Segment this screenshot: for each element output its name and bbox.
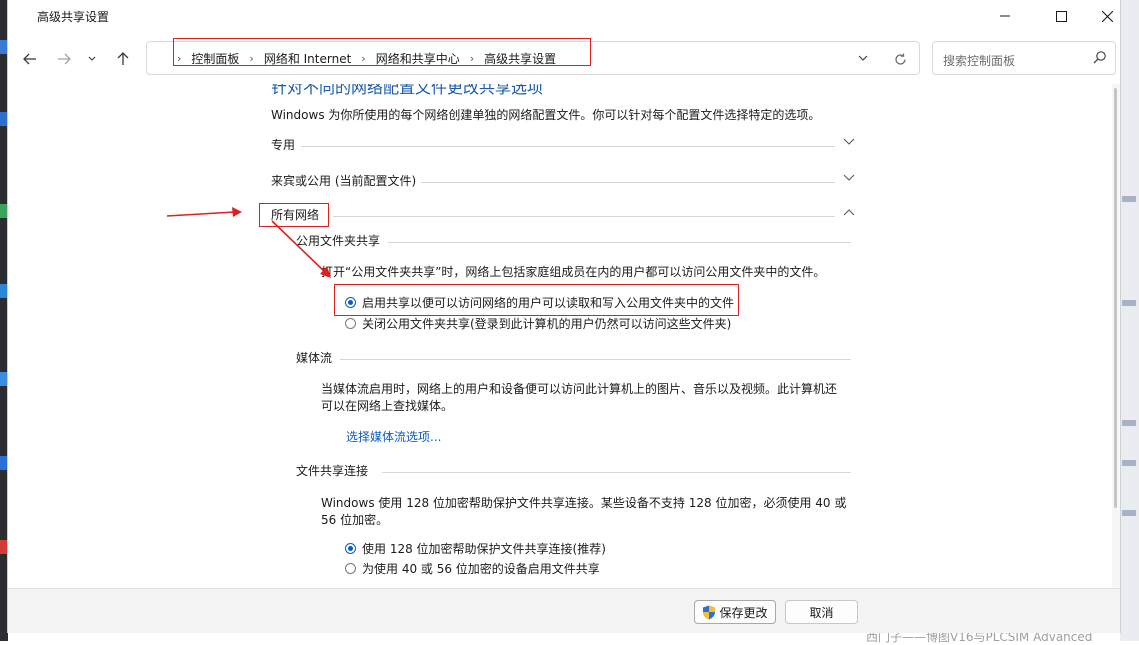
desktop-icon-fragment (0, 284, 8, 298)
forward-button[interactable] (51, 46, 77, 72)
breadcrumb-network-sharing-center[interactable]: 网络和共享中心 (376, 50, 460, 67)
divider (340, 359, 851, 360)
radio-label[interactable]: 启用共享以便可以访问网络的用户可以读取和写入公用文件夹中的文件 (362, 294, 734, 311)
minimize-button[interactable] (982, 0, 1028, 32)
maximize-button[interactable] (1038, 0, 1084, 32)
advanced-sharing-settings-window: 高级共享设置 › 控制面板 › 网络和 Internet › 网络和共享中心 ›… (8, 0, 1120, 633)
radio-button[interactable] (345, 317, 356, 329)
breadcrumb-chevron-icon: › (177, 51, 182, 65)
file-sharing-description-line2: 56 位加密。 (321, 513, 389, 527)
radio-button[interactable] (345, 562, 356, 574)
radio-label[interactable]: 使用 128 位加密帮助保护文件共享连接(推荐) (362, 540, 606, 557)
radio-label[interactable]: 关闭公用文件夹共享(登录到此计算机的用户仍然可以访问这些文件夹) (362, 315, 731, 332)
media-streaming-description-line1: 当媒体流启用时，网络上的用户和设备便可以访问此计算机上的图片、音乐以及视频。此计… (321, 382, 838, 396)
arrow-right-icon (58, 53, 71, 65)
close-button[interactable] (1084, 0, 1130, 32)
divider (301, 146, 835, 147)
breadcrumb: › 控制面板 › 网络和 Internet › 网络和共享中心 › 高级共享设置 (173, 49, 556, 67)
background-fragment (1122, 460, 1136, 466)
profile-label: 来宾或公用 (当前配置文件) (271, 174, 417, 188)
address-dropdown-button[interactable] (850, 45, 876, 71)
radio-button-selected[interactable] (345, 542, 356, 554)
radio-enable-public-sharing[interactable]: 启用共享以便可以访问网络的用户可以读取和写入公用文件夹中的文件 (345, 293, 734, 311)
section-title: 媒体流 (296, 351, 333, 365)
divider (382, 472, 851, 473)
file-sharing-description-line1: Windows 使用 128 位加密帮助保护文件共享连接。某些设备不支持 128… (321, 496, 847, 510)
search-icon[interactable] (1093, 50, 1107, 64)
breadcrumb-chevron-icon[interactable]: › (361, 52, 365, 65)
maximize-icon (1055, 10, 1067, 22)
radio-40-56bit-encryption[interactable]: 为使用 40 或 56 位加密的设备启用文件共享 (345, 559, 600, 577)
search-input[interactable]: 搜索控制面板 (943, 52, 1015, 69)
divider (333, 216, 835, 217)
window-title: 高级共享设置 (37, 10, 110, 24)
settings-content: 针对不同的网络配置文件更改共享选项 Windows 为你所使用的每个网络创建单独… (8, 84, 1120, 588)
breadcrumb-network-internet[interactable]: 网络和 Internet (264, 50, 351, 67)
close-icon (1101, 10, 1113, 22)
cancel-button[interactable]: 取消 (785, 600, 858, 624)
desktop-left-edge (0, 0, 8, 641)
desktop-icon-fragment (0, 540, 8, 554)
navigation-bar: › 控制面板 › 网络和 Internet › 网络和共享中心 › 高级共享设置… (8, 32, 1120, 84)
title-bar: 高级共享设置 (8, 0, 1120, 32)
arrow-up-icon (117, 52, 129, 65)
save-changes-button[interactable]: 保存更改 (694, 600, 776, 624)
breadcrumb-chevron-icon[interactable]: › (249, 52, 253, 65)
media-streaming-description-line2: 可以在网络上查找媒体。 (321, 399, 454, 413)
background-fragment (1122, 510, 1136, 516)
minimize-icon (1000, 15, 1010, 17)
dialog-footer: 保存更改 取消 (8, 588, 1120, 633)
refresh-button[interactable] (887, 46, 913, 72)
desktop-icon-fragment (0, 204, 8, 218)
radio-label[interactable]: 为使用 40 或 56 位加密的设备启用文件共享 (362, 560, 600, 577)
public-folder-sharing-header: 公用文件夹共享 (296, 232, 851, 252)
radio-button-selected[interactable] (345, 296, 356, 308)
radio-disable-public-sharing[interactable]: 关闭公用文件夹共享(登录到此计算机的用户仍然可以访问这些文件夹) (345, 314, 731, 332)
page-description: Windows 为你所使用的每个网络创建单独的网络配置文件。你可以针对每个配置文… (271, 108, 821, 122)
chevron-down-icon[interactable] (843, 174, 855, 182)
chevron-down-icon[interactable] (843, 138, 855, 146)
background-fragment (1122, 420, 1136, 426)
save-changes-label: 保存更改 (719, 605, 768, 620)
desktop-icon-fragment (0, 372, 8, 386)
back-button[interactable] (17, 46, 43, 72)
section-title: 公用文件夹共享 (296, 234, 381, 248)
vertical-scrollbar[interactable] (1112, 84, 1120, 588)
public-folder-description: 打开“公用文件夹共享”时，网络上包括家庭组成员在内的用户都可以访问公用文件夹中的… (321, 265, 826, 279)
divider (388, 242, 851, 243)
breadcrumb-chevron-icon[interactable]: › (470, 52, 474, 65)
arrow-left-icon (23, 53, 36, 65)
refresh-icon (894, 52, 906, 65)
profile-label: 所有网络 (271, 208, 320, 222)
background-window-edge (1120, 0, 1139, 641)
search-box[interactable]: 搜索控制面板 (932, 41, 1116, 75)
breadcrumb-advanced-sharing-settings[interactable]: 高级共享设置 (484, 50, 556, 67)
media-streaming-options-link[interactable]: 选择媒体流选项... (346, 428, 441, 445)
section-title: 文件共享连接 (296, 464, 369, 478)
background-fragment (1122, 300, 1136, 306)
profile-guest-public[interactable]: 来宾或公用 (当前配置文件) (271, 172, 855, 192)
profile-all-networks[interactable]: 所有网络 (271, 206, 855, 226)
uac-shield-icon (703, 605, 716, 619)
desktop-icon-fragment (0, 40, 8, 54)
chevron-up-icon[interactable] (843, 208, 855, 216)
recent-locations-button[interactable] (83, 46, 101, 72)
divider (421, 182, 835, 183)
file-sharing-connections-header: 文件共享连接 (296, 462, 851, 482)
profile-label: 专用 (271, 138, 296, 152)
breadcrumb-control-panel[interactable]: 控制面板 (191, 50, 239, 67)
page-title: 针对不同的网络配置文件更改共享选项 (271, 84, 544, 97)
desktop-icon-fragment (0, 112, 8, 126)
background-fragment (1122, 196, 1136, 202)
media-streaming-header: 媒体流 (296, 349, 851, 369)
scrollbar-thumb[interactable] (1114, 88, 1117, 508)
desktop-icon-fragment (0, 456, 8, 470)
radio-128bit-encryption[interactable]: 使用 128 位加密帮助保护文件共享连接(推荐) (345, 539, 606, 557)
up-button[interactable] (110, 46, 136, 72)
profile-private[interactable]: 专用 (271, 136, 855, 156)
cancel-label: 取消 (809, 605, 834, 620)
chevron-down-icon (88, 56, 96, 61)
chevron-down-icon (858, 55, 868, 61)
